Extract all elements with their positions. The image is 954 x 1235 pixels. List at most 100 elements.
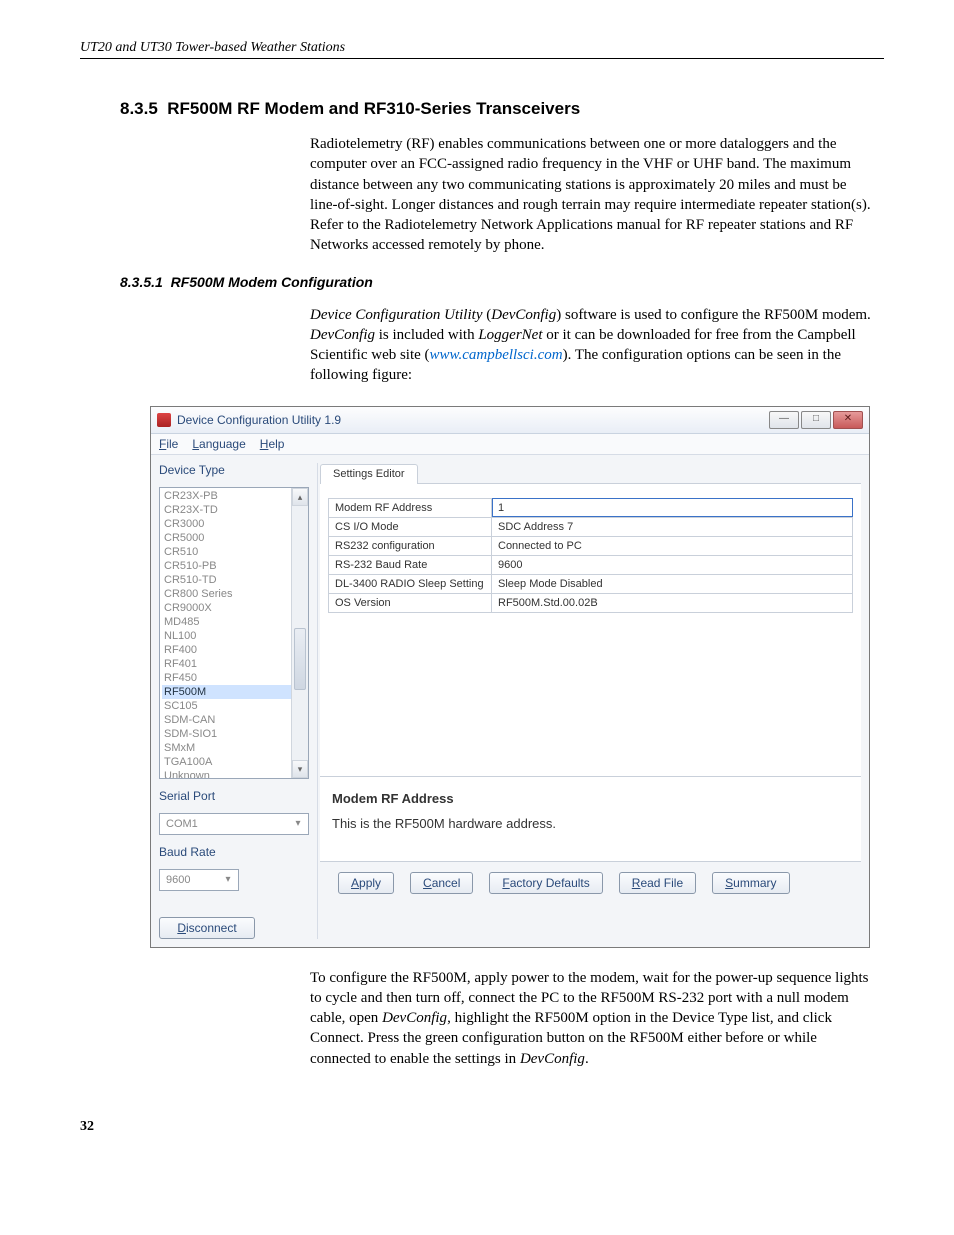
subsection-paragraph-2: To configure the RF500M, apply power to … — [310, 968, 874, 1069]
list-item[interactable]: CR9000X — [162, 601, 306, 615]
settings-table: Modem RF Address1CS I/O ModeSDC Address … — [328, 498, 853, 613]
setting-value[interactable]: 9600 — [492, 555, 853, 574]
list-item[interactable]: RF401 — [162, 657, 306, 671]
list-item[interactable]: CR510-TD — [162, 573, 306, 587]
device-type-listbox[interactable]: CR23X-PBCR23X-TDCR3000CR5000CR510CR510-P… — [159, 487, 309, 779]
scroll-up-icon[interactable]: ▴ — [292, 488, 308, 506]
app-icon — [157, 413, 171, 427]
text: Device Configuration Utility — [310, 307, 482, 323]
minimize-button[interactable]: — — [769, 411, 799, 429]
left-pane: Device Type CR23X-PBCR23X-TDCR3000CR5000… — [159, 463, 309, 939]
setting-value[interactable]: SDC Address 7 — [492, 517, 853, 536]
list-item[interactable]: CR5000 — [162, 531, 306, 545]
close-button[interactable]: ✕ — [833, 411, 863, 429]
menu-language[interactable]: Language — [192, 437, 245, 451]
setting-label: RS-232 Baud Rate — [329, 555, 492, 574]
button-row: Apply Cancel Factory Defaults Read File … — [320, 862, 861, 902]
setting-label: CS I/O Mode — [329, 517, 492, 536]
page-number: 32 — [80, 1119, 884, 1135]
text: DevConfig — [382, 1010, 447, 1026]
list-item[interactable]: RF400 — [162, 643, 306, 657]
list-item[interactable]: Unknown — [162, 769, 306, 779]
window-title: Device Configuration Utility 1.9 — [177, 413, 341, 427]
setting-label: DL-3400 RADIO Sleep Setting — [329, 574, 492, 593]
setting-value[interactable]: 1 — [492, 498, 853, 517]
scroll-down-icon[interactable]: ▾ — [292, 760, 308, 778]
list-item[interactable]: TGA100A — [162, 755, 306, 769]
device-type-label: Device Type — [159, 463, 309, 477]
baud-rate-combo[interactable]: 9600 ▾ — [159, 869, 239, 891]
window-controls: — □ ✕ — [769, 411, 863, 429]
list-item[interactable]: SDM-CAN — [162, 713, 306, 727]
subsection-title: RF500M Modem Configuration — [171, 274, 373, 290]
text: DevConfig — [491, 307, 556, 323]
text: . — [585, 1051, 589, 1067]
menu-file[interactable]: File — [159, 437, 178, 451]
list-item[interactable]: CR23X-PB — [162, 489, 306, 503]
list-item[interactable]: CR510-PB — [162, 559, 306, 573]
setting-value[interactable]: Connected to PC — [492, 536, 853, 555]
section-title: RF500M RF Modem and RF310-Series Transce… — [167, 99, 580, 118]
menubar: File Language Help — [151, 434, 869, 455]
serial-port-combo[interactable]: COM1 ▾ — [159, 813, 309, 835]
text: LoggerNet — [478, 327, 542, 343]
maximize-button[interactable]: □ — [801, 411, 831, 429]
help-title: Modem RF Address — [332, 791, 849, 806]
help-text: This is the RF500M hardware address. — [332, 816, 849, 831]
right-pane: Settings Editor Modem RF Address1CS I/O … — [317, 463, 861, 939]
setting-value[interactable]: RF500M.Std.00.02B — [492, 593, 853, 612]
help-panel: Modem RF Address This is the RF500M hard… — [320, 777, 861, 862]
read-file-button[interactable]: Read File — [619, 872, 696, 894]
disconnect-button[interactable]: Disconnect — [159, 917, 255, 939]
section-paragraph: Radiotelemetry (RF) enables communicatio… — [310, 134, 874, 256]
table-row: RS232 configurationConnected to PC — [329, 536, 853, 555]
tabstrip: Settings Editor — [320, 463, 861, 484]
window: Device Configuration Utility 1.9 — □ ✕ F… — [150, 406, 870, 948]
summary-button[interactable]: Summary — [712, 872, 789, 894]
text: DevConfig — [310, 327, 375, 343]
setting-label: RS232 configuration — [329, 536, 492, 555]
subsection-number: 8.3.5.1 — [120, 274, 163, 290]
list-item[interactable]: RF450 — [162, 671, 306, 685]
list-item[interactable]: SDM-SIO1 — [162, 727, 306, 741]
scroll-thumb[interactable] — [294, 628, 306, 690]
titlebar: Device Configuration Utility 1.9 — □ ✕ — [151, 407, 869, 434]
tab-settings-editor[interactable]: Settings Editor — [320, 464, 418, 484]
list-item[interactable]: NL100 — [162, 629, 306, 643]
list-item[interactable]: RF500M — [162, 685, 306, 699]
campbellsci-link[interactable]: www.campbellsci.com — [430, 347, 563, 363]
table-row: Modem RF Address1 — [329, 498, 853, 517]
table-row: OS VersionRF500M.Std.00.02B — [329, 593, 853, 612]
menu-help[interactable]: Help — [260, 437, 285, 451]
table-row: CS I/O ModeSDC Address 7 — [329, 517, 853, 536]
text: ) software is used to configure the RF50… — [556, 307, 871, 323]
baud-rate-label: Baud Rate — [159, 845, 309, 859]
table-row: RS-232 Baud Rate9600 — [329, 555, 853, 574]
list-item[interactable]: CR510 — [162, 545, 306, 559]
list-item[interactable]: CR23X-TD — [162, 503, 306, 517]
chevron-down-icon: ▾ — [290, 816, 306, 832]
list-item[interactable]: MD485 — [162, 615, 306, 629]
list-item[interactable]: CR3000 — [162, 517, 306, 531]
settings-editor-panel: Modem RF Address1CS I/O ModeSDC Address … — [320, 484, 861, 777]
setting-label: OS Version — [329, 593, 492, 612]
serial-port-label: Serial Port — [159, 789, 309, 803]
list-item[interactable]: SMxM — [162, 741, 306, 755]
running-header: UT20 and UT30 Tower-based Weather Statio… — [80, 40, 884, 59]
text: is included with — [375, 327, 478, 343]
cancel-button[interactable]: Cancel — [410, 872, 473, 894]
section-number: 8.3.5 — [120, 99, 158, 118]
setting-label: Modem RF Address — [329, 498, 492, 517]
subsection-paragraph-1: Device Configuration Utility (DevConfig)… — [310, 305, 874, 386]
baud-rate-value: 9600 — [166, 874, 190, 886]
factory-defaults-button[interactable]: Factory Defaults — [489, 872, 602, 894]
section-heading: 8.3.5 RF500M RF Modem and RF310-Series T… — [120, 99, 884, 119]
apply-button[interactable]: Apply — [338, 872, 394, 894]
setting-value[interactable]: Sleep Mode Disabled — [492, 574, 853, 593]
scrollbar[interactable]: ▴ ▾ — [291, 488, 308, 778]
devconfig-screenshot: Device Configuration Utility 1.9 — □ ✕ F… — [150, 406, 870, 948]
list-item[interactable]: SC105 — [162, 699, 306, 713]
text: DevConfig — [520, 1051, 585, 1067]
list-item[interactable]: CR800 Series — [162, 587, 306, 601]
serial-port-value: COM1 — [166, 818, 198, 830]
